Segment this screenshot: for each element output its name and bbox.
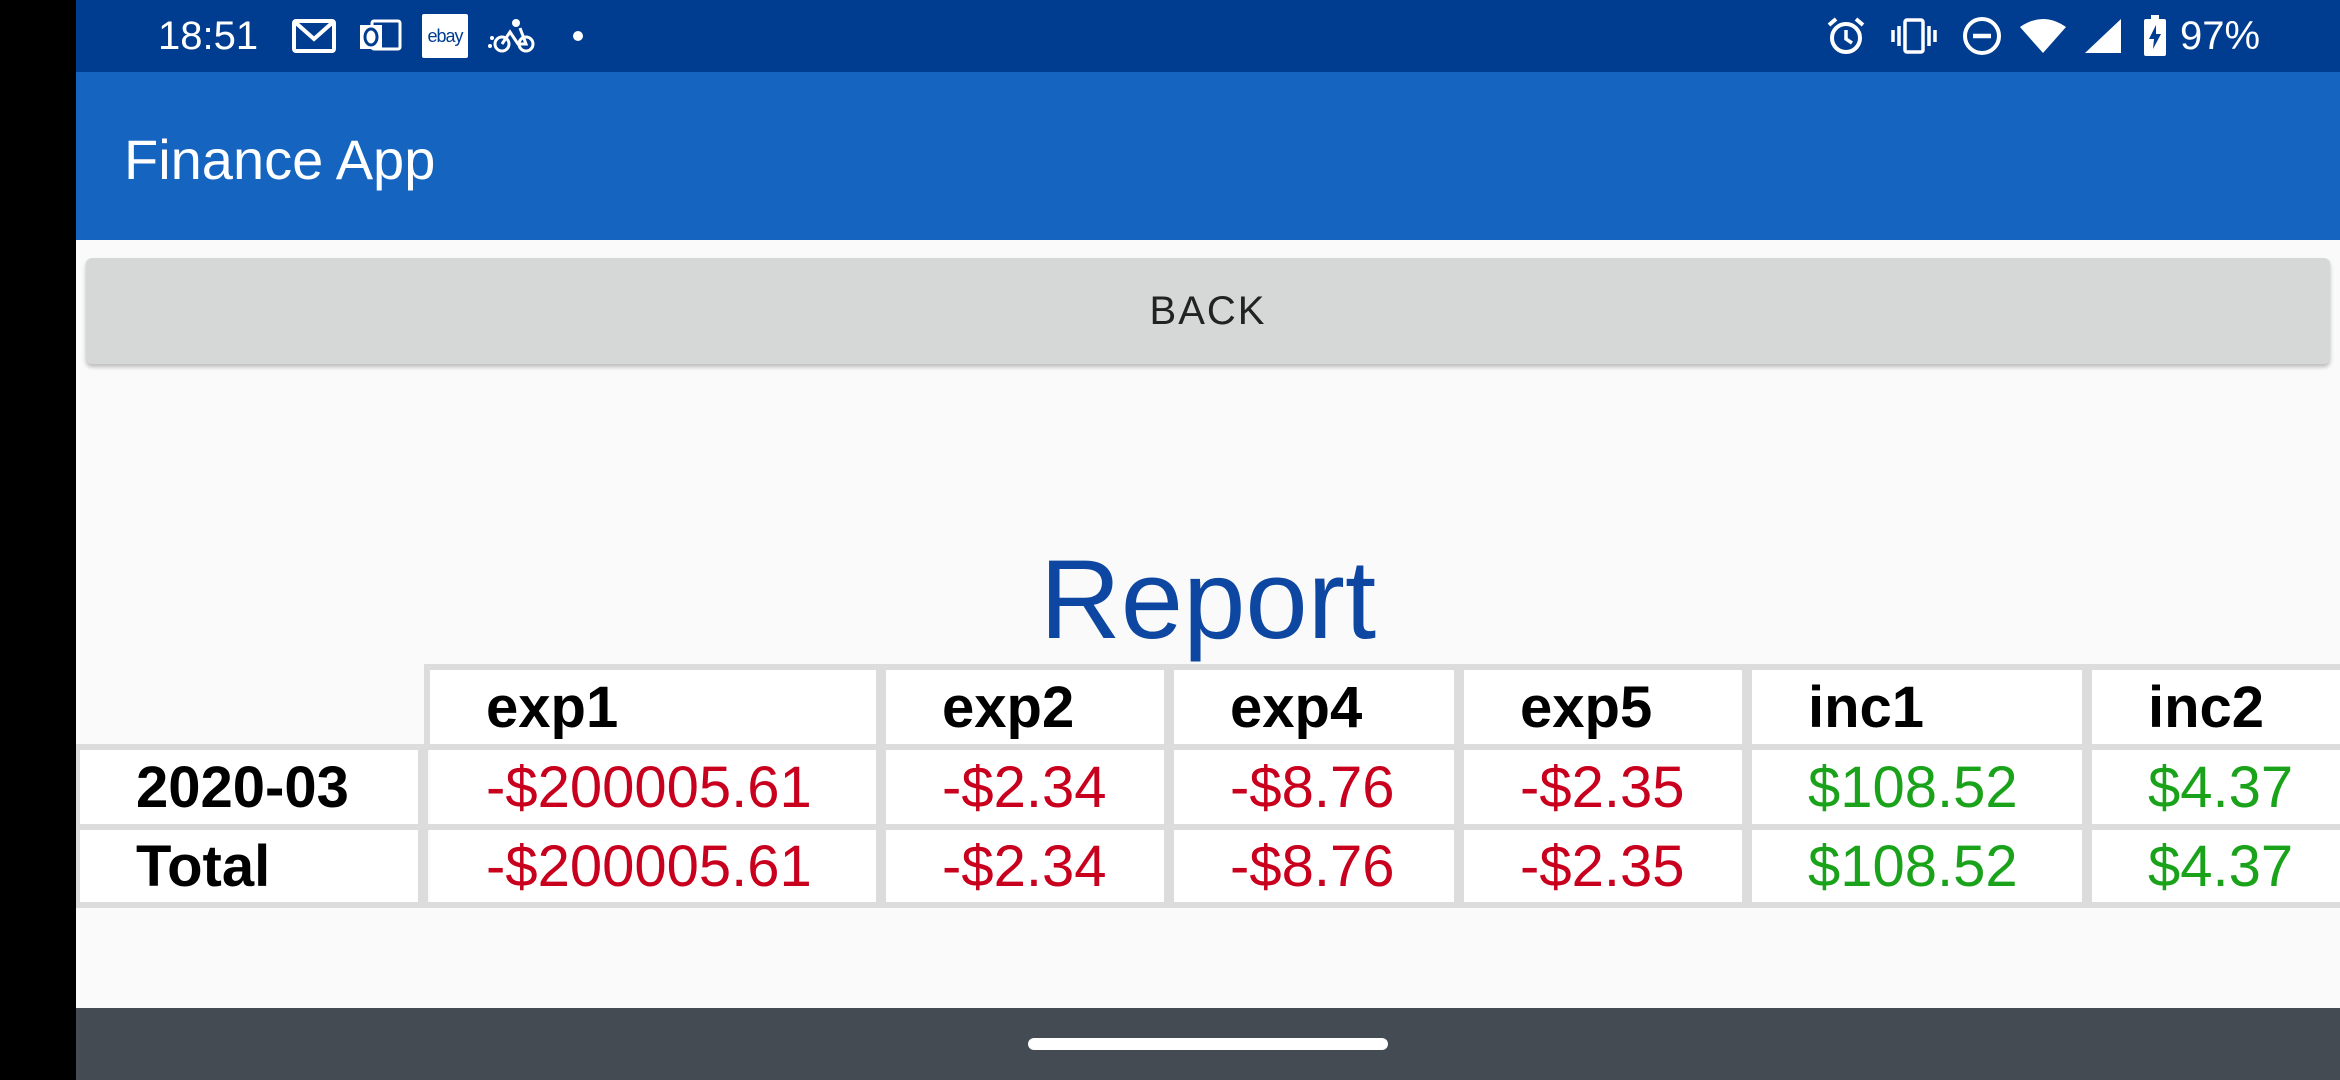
ebay-label: ebay: [427, 25, 463, 46]
outlook-icon: [356, 16, 404, 56]
column-header: exp4: [1174, 670, 1454, 744]
app-toolbar: Finance App: [76, 72, 2340, 240]
postmates-icon: [486, 16, 538, 56]
home-gesture-handle[interactable]: [1028, 1038, 1388, 1050]
app-screen: 18:51 ebay 97% Finance App BACK Report e…: [76, 0, 2340, 1080]
alarm-icon: [1822, 16, 1870, 56]
table-cell: -$2.34: [886, 750, 1164, 824]
table-cell: -$200005.61: [430, 750, 876, 824]
table-grid-line: [2082, 664, 2092, 908]
table-grid-line: [76, 902, 2340, 908]
column-header: exp2: [886, 670, 1164, 744]
back-button[interactable]: BACK: [86, 258, 2330, 364]
table-grid-line: [876, 664, 886, 908]
table-grid-line: [1454, 664, 1464, 908]
table-cell: -$8.76: [1174, 750, 1454, 824]
table-cell: $4.37: [2092, 750, 2340, 824]
table-cell: -$2.35: [1464, 830, 1742, 902]
row-label: 2020-03: [80, 750, 418, 824]
column-header: inc1: [1752, 670, 2082, 744]
navigation-bar: [76, 1008, 2340, 1080]
signal-icon: [2080, 16, 2126, 56]
table-grid-line: [418, 744, 428, 908]
app-title: Finance App: [124, 128, 436, 191]
status-time: 18:51: [158, 14, 259, 58]
vibrate-icon: [1888, 16, 1940, 56]
table-cell: $4.37: [2092, 830, 2340, 902]
column-header: exp1: [430, 670, 876, 744]
wifi-icon: [2016, 16, 2070, 56]
row-label: Total: [80, 830, 418, 902]
table-cell: -$8.76: [1174, 830, 1454, 902]
table-cell: -$2.34: [886, 830, 1164, 902]
report-table: exp1 exp2 exp4 exp5 inc1 inc2 2020-03 -$…: [76, 664, 2340, 908]
battery-charging-icon: [2140, 15, 2170, 56]
status-bar: 18:51 ebay 97%: [76, 0, 2340, 72]
table-cell: $108.52: [1752, 750, 2082, 824]
battery-percent: 97%: [2180, 14, 2261, 58]
table-grid-line: [1164, 664, 1174, 908]
column-header: exp5: [1464, 670, 1742, 744]
dot-icon: [568, 16, 588, 56]
gmail-icon: [290, 16, 338, 56]
table-cell: -$2.35: [1464, 750, 1742, 824]
column-header: inc2: [2092, 670, 2340, 744]
ebay-icon: ebay: [422, 14, 468, 58]
do-not-disturb-icon: [1958, 16, 2006, 56]
table-grid-line: [1742, 664, 1752, 908]
report-title: Report: [1039, 537, 1377, 662]
table-cell: -$200005.61: [430, 830, 876, 902]
table-cell: $108.52: [1752, 830, 2082, 902]
